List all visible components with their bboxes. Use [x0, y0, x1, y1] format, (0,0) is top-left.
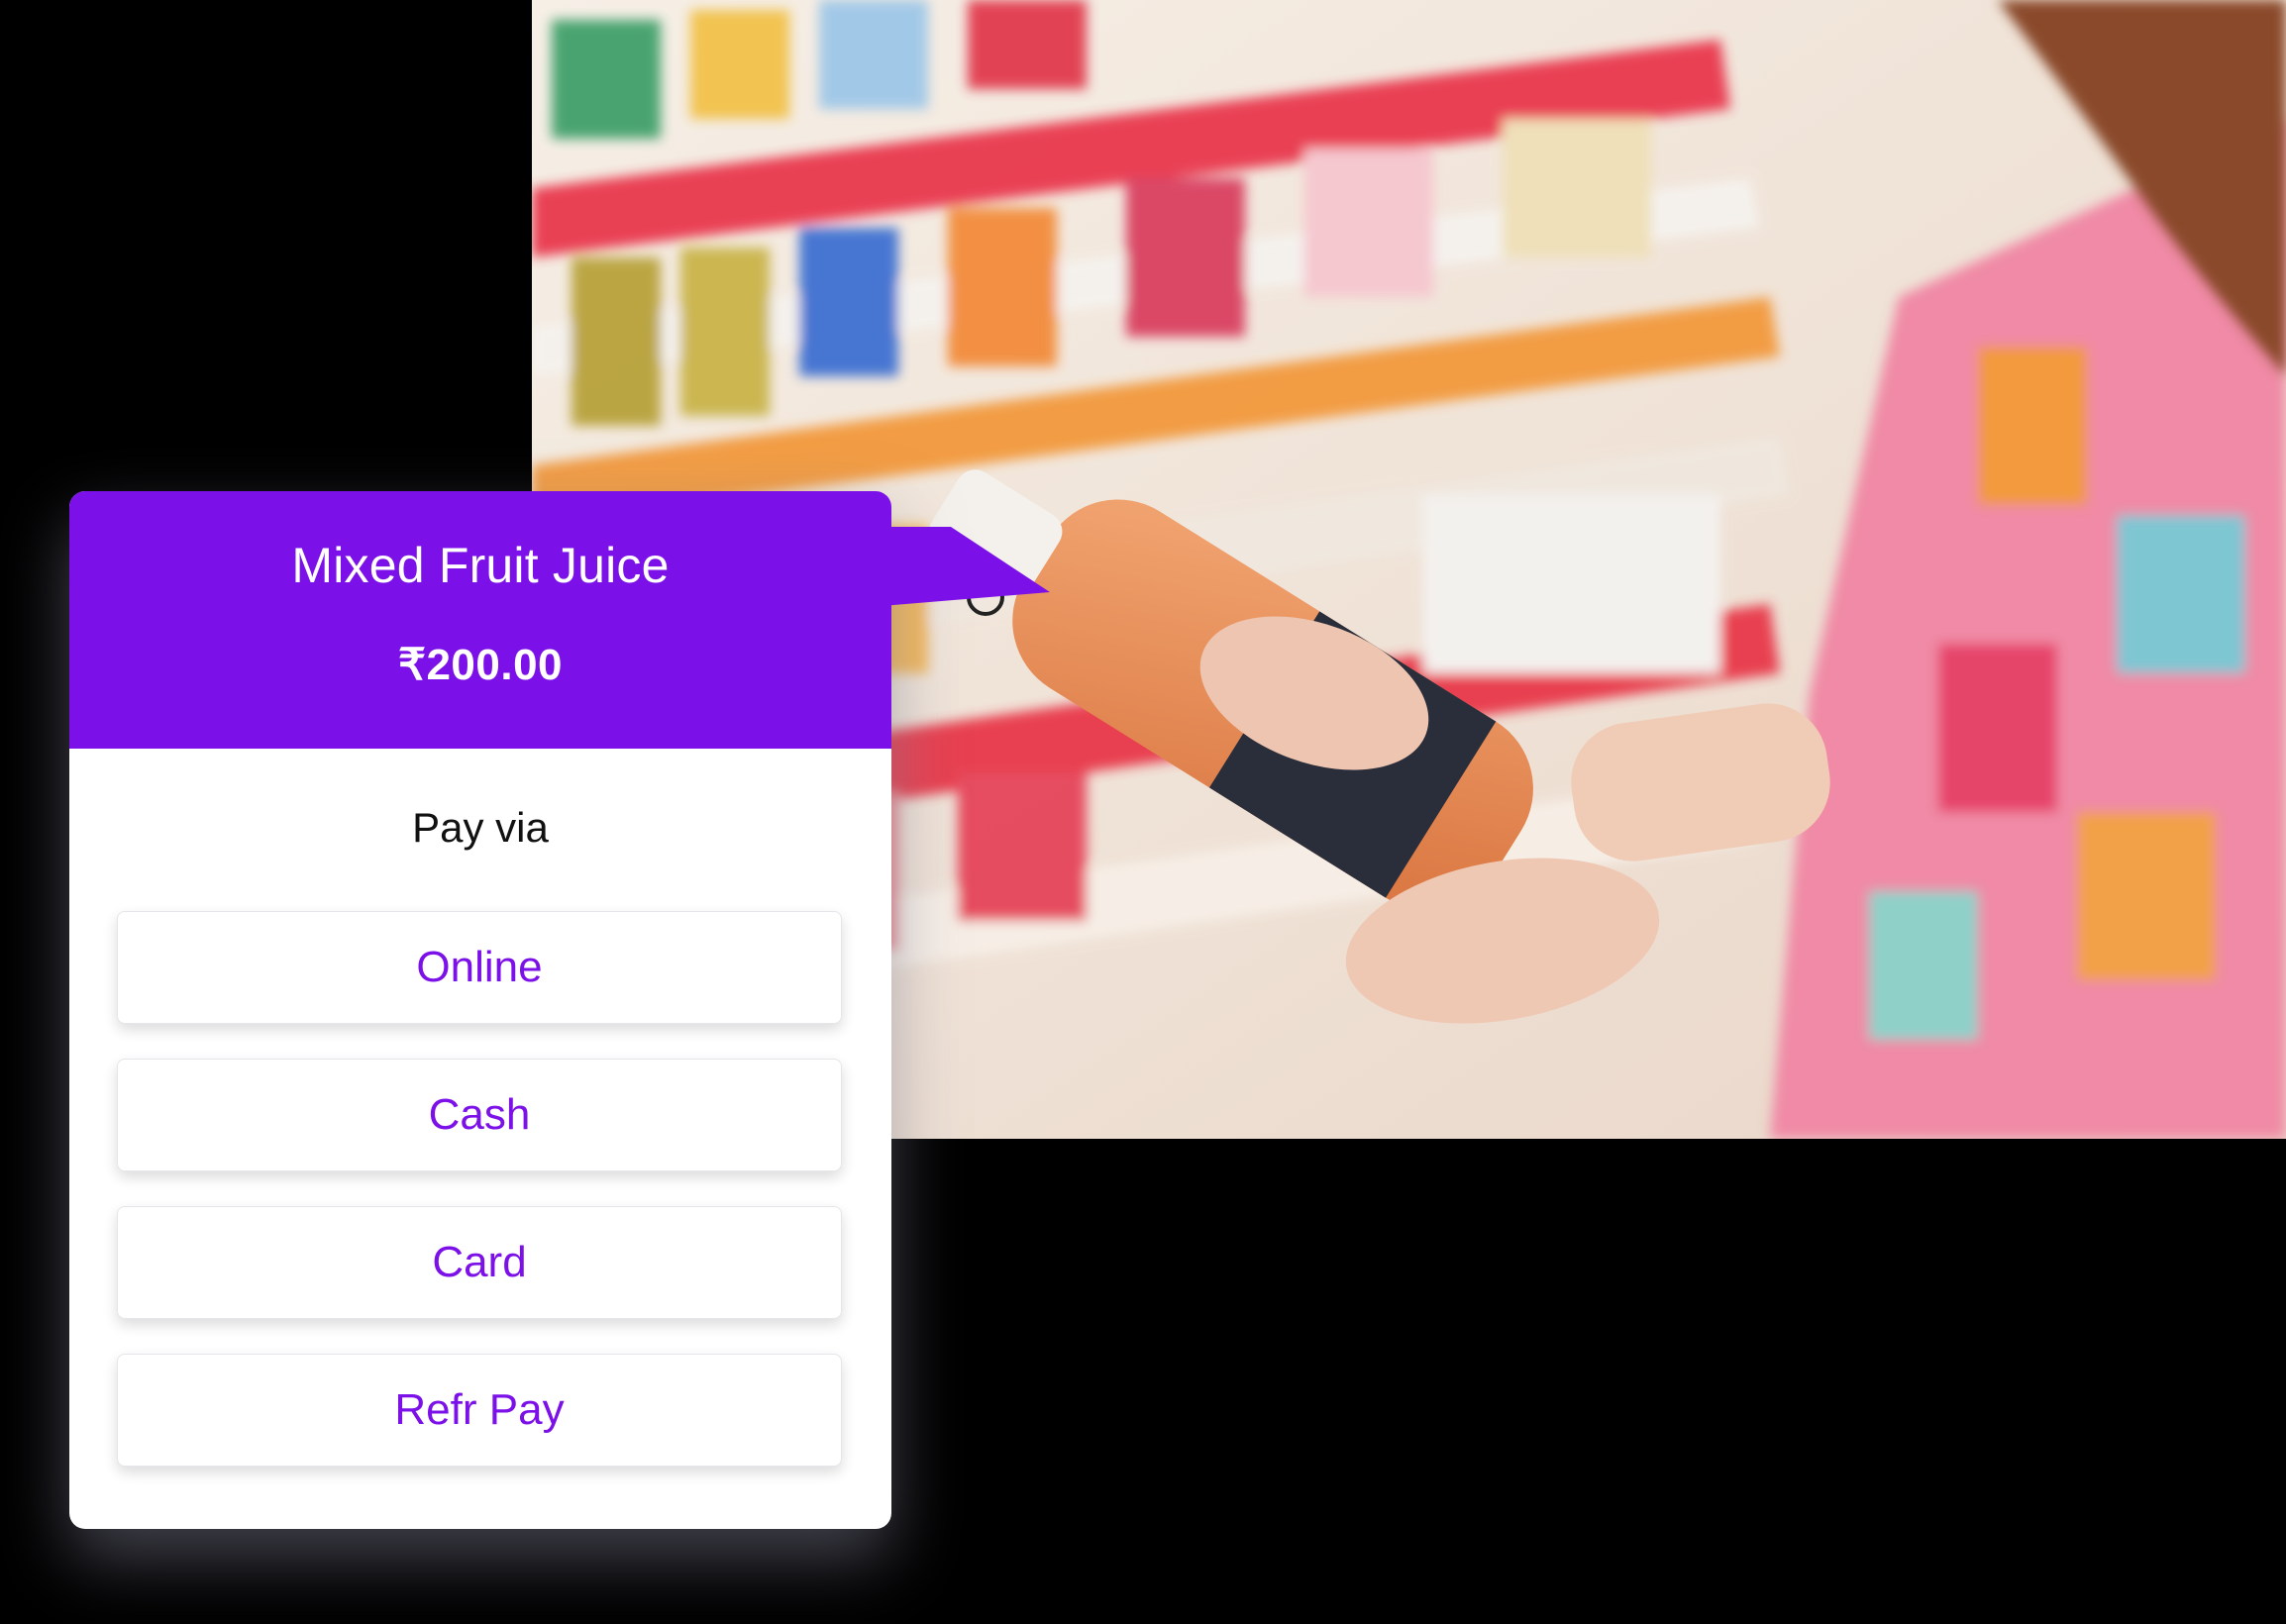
pay-option-label: Online: [416, 943, 543, 991]
pay-refr-pay-button[interactable]: Refr Pay: [117, 1354, 842, 1467]
payment-card: Mixed Fruit Juice ₹200.00 Pay via Online…: [69, 491, 1050, 1529]
product-header: Mixed Fruit Juice ₹200.00: [69, 491, 1050, 749]
product-name: Mixed Fruit Juice: [291, 538, 670, 593]
pay-option-label: Refr Pay: [394, 1385, 565, 1434]
pay-option-label: Card: [432, 1238, 527, 1286]
pay-cash-button[interactable]: Cash: [117, 1059, 842, 1171]
callout-pointer-icon: [882, 527, 1050, 606]
pay-option-label: Cash: [428, 1090, 531, 1139]
pay-online-button[interactable]: Online: [117, 911, 842, 1024]
product-price: ₹200.00: [397, 641, 564, 689]
pay-card-button[interactable]: Card: [117, 1206, 842, 1319]
pay-via-heading: Pay via: [412, 804, 549, 851]
